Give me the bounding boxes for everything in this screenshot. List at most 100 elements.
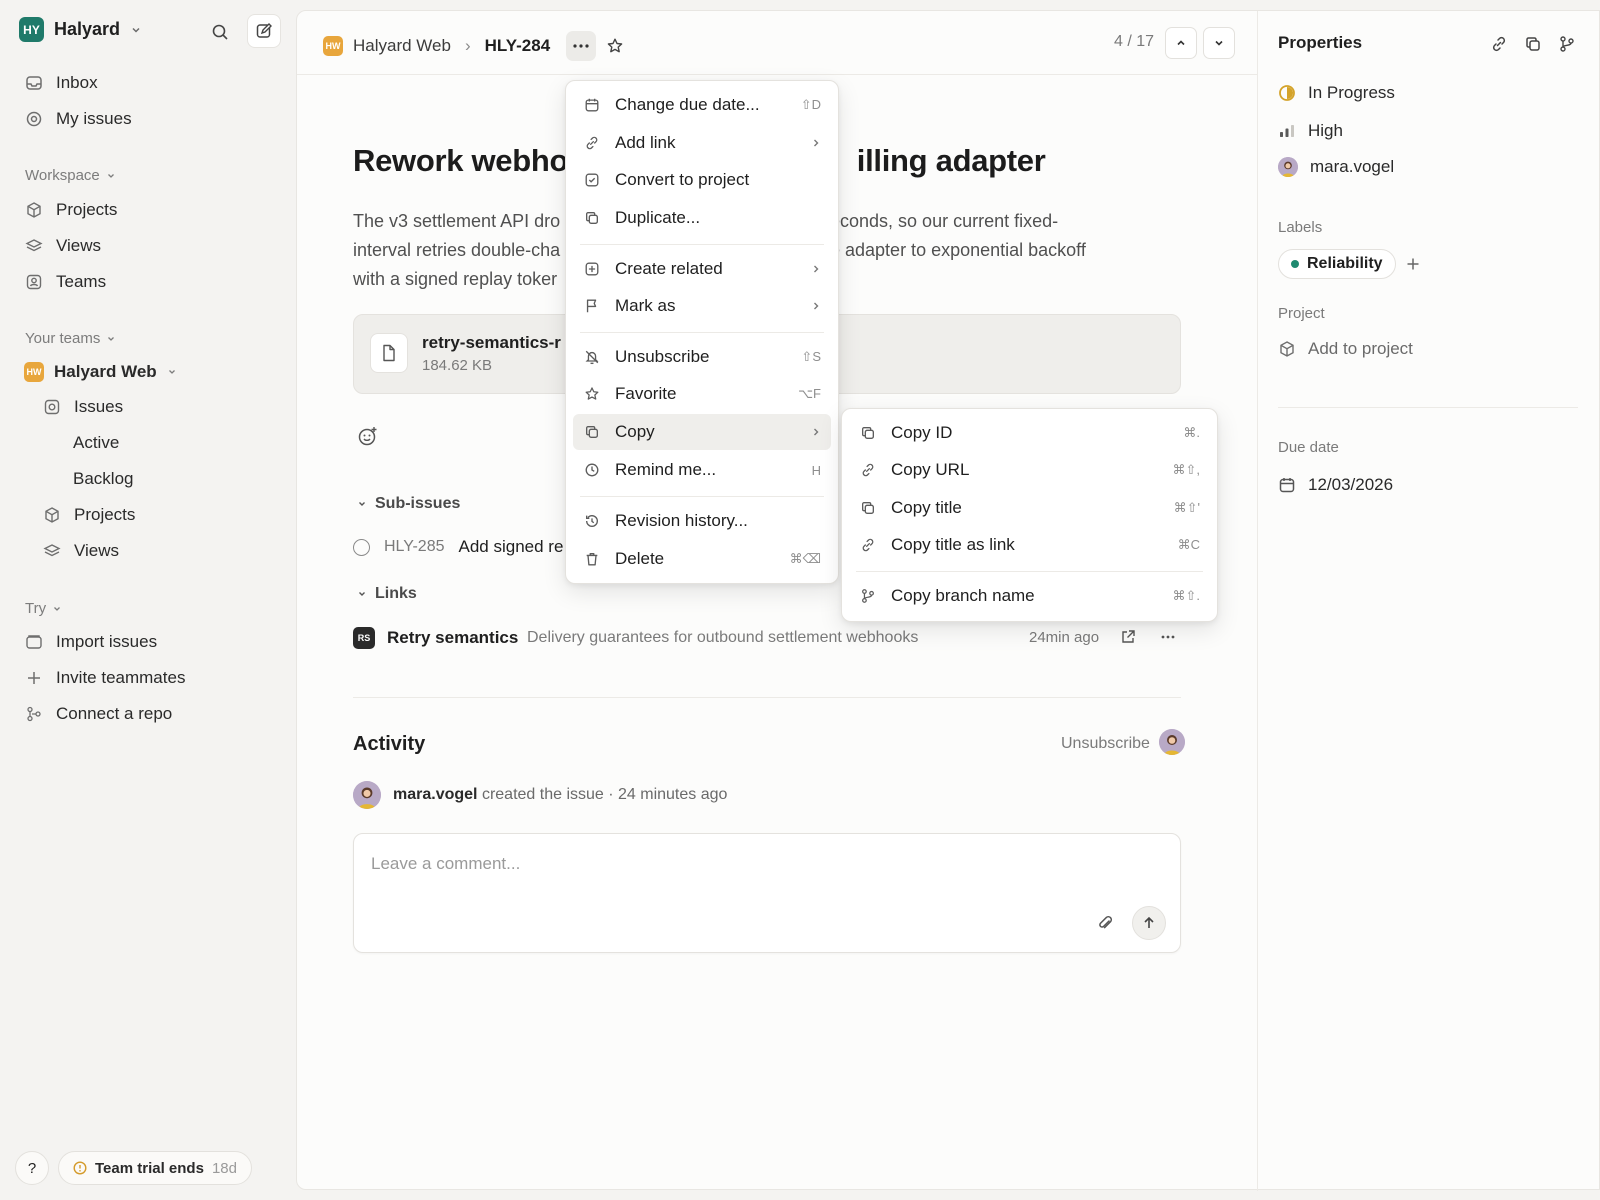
sidebar-item-import-issues[interactable]: Import issues — [24, 629, 157, 655]
sidebar-item-team-views[interactable]: Views — [42, 538, 119, 564]
menu-item-favorite[interactable]: Favorite ⌥F — [573, 376, 831, 412]
menu-item-unsubscribe[interactable]: Unsubscribe ⇧S — [573, 339, 831, 375]
duplicate-icon — [583, 209, 601, 227]
links-toggle[interactable]: Links — [357, 585, 417, 603]
sidebar-item-backlog[interactable]: Backlog — [73, 466, 133, 492]
sidebar-item-projects[interactable]: Projects — [24, 197, 117, 223]
chevron-down-icon — [108, 336, 115, 341]
chevron-down-icon — [132, 27, 140, 33]
submenu-item-copy-title[interactable]: Copy title ⌘⇧' — [849, 490, 1210, 526]
open-link-button[interactable] — [1120, 629, 1136, 645]
priority-property[interactable]: High — [1278, 121, 1343, 141]
sidebar-item-label: Issues — [74, 397, 124, 416]
status-property[interactable]: In Progress — [1278, 83, 1395, 103]
add-reaction-button[interactable] — [357, 425, 381, 449]
divider — [353, 697, 1181, 698]
breadcrumb-issue-id[interactable]: HLY-284 — [485, 36, 551, 56]
avatar[interactable] — [1159, 729, 1185, 755]
menu-item-revision-history[interactable]: Revision history... — [573, 503, 831, 539]
breadcrumb-separator: › — [464, 36, 471, 55]
menu-item-add-link[interactable]: Add link — [573, 125, 831, 161]
subissue-row[interactable]: HLY-285 Add signed re — [353, 537, 563, 557]
link-more-button[interactable] — [1161, 635, 1175, 639]
workspace-section-header[interactable]: Workspace — [25, 167, 116, 184]
target-icon — [24, 109, 44, 129]
teams-section-header[interactable]: Your teams — [25, 330, 116, 347]
issue-title-start: Rework webhoo — [353, 143, 587, 178]
sidebar-item-connect-repo[interactable]: Connect a repo — [24, 701, 172, 727]
menu-item-shortcut: ⇧D — [800, 97, 821, 112]
branch-icon — [859, 587, 877, 605]
issue-pager: 4 / 17 — [1114, 33, 1155, 50]
menu-item-shortcut: H — [811, 462, 821, 478]
activity-unsubscribe-button[interactable]: Unsubscribe — [1061, 735, 1150, 753]
description-line-end: econds, so our current fixed- — [830, 211, 1059, 231]
copy-branch-button[interactable] — [1558, 35, 1578, 55]
trash-icon — [583, 550, 601, 568]
help-button[interactable]: ? — [15, 1151, 49, 1185]
submenu-item-copy-id[interactable]: Copy ID ⌘. — [849, 415, 1210, 451]
menu-item-delete[interactable]: Delete ⌘⌫ — [573, 541, 831, 577]
status-todo-icon — [353, 538, 370, 556]
add-to-project-button[interactable]: Add to project — [1278, 339, 1413, 359]
workspace-switcher[interactable]: HY Halyard — [19, 17, 142, 42]
assignee-property[interactable]: mara.vogel — [1278, 157, 1394, 177]
previous-issue-button[interactable] — [1165, 27, 1197, 59]
issues-icon — [42, 397, 62, 417]
teams-icon — [24, 272, 44, 292]
properties-title: Properties — [1278, 33, 1363, 52]
menu-item-shortcut: ⌘⇧, — [1172, 462, 1200, 477]
team-avatar: HW — [24, 362, 44, 382]
external-link-icon — [1122, 630, 1135, 643]
label-chip[interactable]: Reliability — [1278, 249, 1396, 279]
sidebar-item-views[interactable]: Views — [24, 233, 101, 259]
subissues-label: Sub-issues — [375, 495, 461, 512]
sidebar-item-teams[interactable]: Teams — [24, 269, 106, 295]
menu-item-mark-as[interactable]: Mark as — [573, 288, 831, 324]
menu-item-label: Add link — [615, 133, 676, 152]
menu-item-copy[interactable]: Copy — [573, 414, 831, 450]
subissues-toggle[interactable]: Sub-issues — [357, 495, 460, 513]
sidebar-item-inbox[interactable]: Inbox — [24, 70, 98, 96]
link-row[interactable]: RS Retry semantics Delivery guarantees f… — [353, 625, 1193, 653]
copy-link-button[interactable] — [1490, 35, 1510, 55]
search-button[interactable] — [208, 20, 232, 44]
menu-item-label: Create related — [615, 259, 723, 278]
comment-box[interactable]: Leave a comment... — [353, 833, 1181, 953]
menu-item-convert-to-project[interactable]: Convert to project — [573, 162, 831, 198]
submit-comment-button[interactable] — [1132, 906, 1166, 940]
menu-item-create-related[interactable]: Create related — [573, 251, 831, 287]
menu-item-duplicate[interactable]: Duplicate... — [573, 200, 831, 236]
add-label-button[interactable] — [1406, 257, 1420, 271]
chevron-down-icon — [168, 370, 175, 374]
new-issue-button[interactable] — [247, 14, 281, 48]
sidebar-item-label: Connect a repo — [56, 704, 173, 723]
submenu-item-copy-title-as-link[interactable]: Copy title as link ⌘C — [849, 527, 1210, 563]
copy-id-button[interactable] — [1524, 35, 1544, 55]
more-actions-button[interactable] — [566, 31, 597, 61]
sidebar-item-my-issues[interactable]: My issues — [24, 106, 132, 132]
next-issue-button[interactable] — [1203, 27, 1235, 59]
menu-item-change-due-date[interactable]: Change due date... ⇧D — [573, 87, 831, 123]
due-date-property[interactable]: 12/03/2026 — [1278, 475, 1393, 495]
sidebar-item-invite-teammates[interactable]: Invite teammates — [24, 665, 185, 691]
submenu-item-copy-branch-name[interactable]: Copy branch name ⌘⇧. — [849, 578, 1210, 614]
sidebar-item-issues[interactable]: Issues — [42, 394, 123, 420]
submenu-item-copy-url[interactable]: Copy URL ⌘⇧, — [849, 452, 1210, 488]
sidebar-team-halyard-web[interactable]: HW Halyard Web — [24, 359, 177, 385]
bell-off-icon — [583, 348, 601, 366]
breadcrumb-team[interactable]: Halyard Web — [353, 36, 451, 56]
clock-icon — [583, 461, 601, 479]
sidebar-item-label: Views — [56, 236, 102, 255]
favorite-button[interactable] — [606, 37, 624, 55]
try-section-header[interactable]: Try — [25, 600, 62, 617]
sidebar-item-active[interactable]: Active — [73, 430, 119, 456]
menu-item-remind-me[interactable]: Remind me... H — [573, 452, 831, 488]
trial-banner[interactable]: Team trial ends 18d — [58, 1151, 252, 1185]
labels-heading: Labels — [1278, 219, 1323, 236]
copy-icon — [859, 499, 877, 517]
attach-file-button[interactable] — [1096, 914, 1116, 934]
priority-high-icon — [1280, 125, 1294, 137]
sidebar-item-team-projects[interactable]: Projects — [42, 502, 135, 528]
due-date-heading: Due date — [1278, 439, 1339, 456]
